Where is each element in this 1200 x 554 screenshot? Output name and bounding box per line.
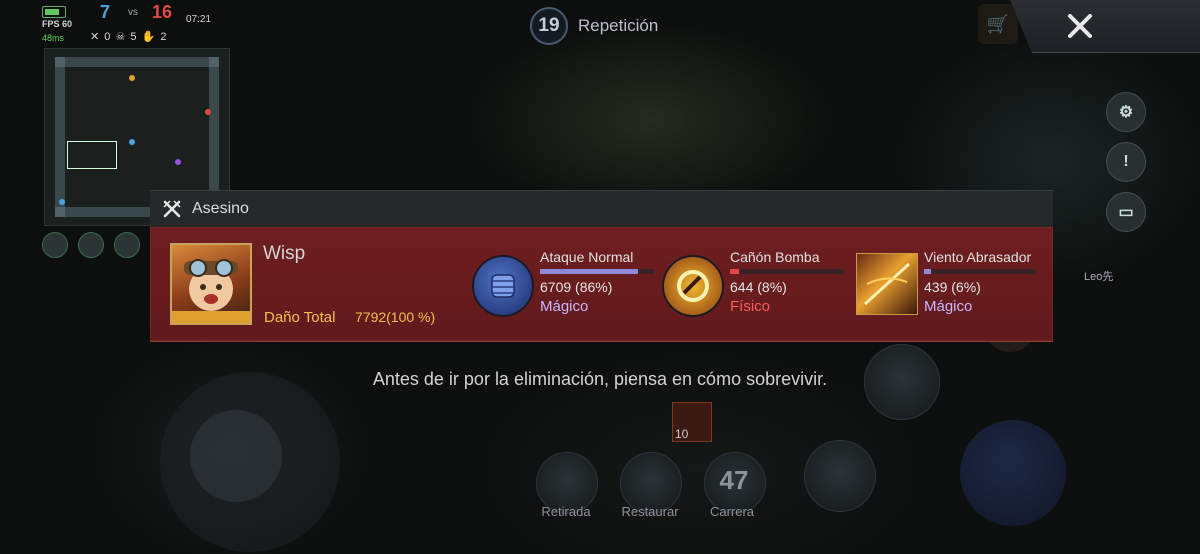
hero-portrait bbox=[170, 243, 252, 325]
assist-icon: ✋ bbox=[141, 31, 157, 43]
item-slot[interactable]: 10 bbox=[672, 402, 712, 442]
player-tag: Leo先 bbox=[1084, 271, 1114, 283]
damage-type: Físico bbox=[730, 298, 771, 315]
fps-counter: FPS 60 bbox=[42, 19, 73, 29]
damage-type: Mágico bbox=[924, 298, 973, 315]
minimap-marker bbox=[205, 109, 211, 115]
skull-icon: ☠ bbox=[115, 31, 127, 43]
kills-count: 0 bbox=[104, 31, 112, 43]
minimap-marker bbox=[175, 159, 181, 165]
damage-report-panel: Asesino Wisp Daño Total 7792(100 %) Ataq… bbox=[150, 190, 1053, 342]
minimap-marker bbox=[129, 139, 135, 145]
settings-icon[interactable]: ⚙ bbox=[1106, 92, 1146, 132]
basic-attack-button[interactable] bbox=[960, 420, 1066, 526]
close-icon bbox=[1068, 14, 1092, 38]
hero-name: Wisp bbox=[263, 243, 306, 264]
blue-team-kills: 7 bbox=[100, 2, 111, 22]
minimap-lane bbox=[55, 57, 219, 67]
item-count: 10 bbox=[675, 427, 689, 441]
sprint-cooldown: 47 bbox=[719, 465, 749, 495]
total-damage-label: Daño Total bbox=[264, 309, 336, 326]
shop-cart-icon[interactable]: 🛒 bbox=[978, 4, 1018, 44]
close-tab bbox=[1010, 0, 1200, 53]
skill-damage: 644 (8%) bbox=[730, 279, 787, 295]
damage-share-bar bbox=[540, 269, 654, 274]
damage-share-fill bbox=[540, 269, 639, 274]
total-damage-value: 7792(100 %) bbox=[355, 309, 436, 325]
swords-icon: ✕ bbox=[90, 31, 101, 43]
assassin-role-icon bbox=[163, 200, 181, 218]
damage-share-fill bbox=[730, 269, 740, 274]
panel-body: Wisp Daño Total 7792(100 %) Ataque Norma… bbox=[150, 227, 1053, 342]
minimap-camera-frame[interactable] bbox=[67, 141, 117, 169]
ally-portrait bbox=[114, 232, 140, 258]
replay-label: Repetición bbox=[578, 16, 659, 35]
skill-entry-cannon-bomb: Cañón Bomba 644 (8%) Físico bbox=[662, 249, 852, 329]
restore-label: Restaurar bbox=[621, 504, 679, 519]
vs-label: vs bbox=[128, 7, 138, 18]
hero-face-icon bbox=[172, 259, 250, 323]
red-team-kills: 16 bbox=[152, 2, 173, 22]
minimap-lane bbox=[55, 57, 65, 217]
deaths-count: 5 bbox=[130, 31, 138, 43]
retreat-label: Retirada bbox=[541, 504, 591, 519]
skill-name: Viento Abrasador bbox=[924, 249, 1032, 265]
ally-portrait bbox=[42, 232, 68, 258]
role-label: Asesino bbox=[192, 200, 249, 217]
tip-message: Antes de ir por la eliminación, piensa e… bbox=[372, 369, 828, 389]
ping-indicator: 48ms bbox=[42, 33, 65, 43]
skill-damage: 439 (6%) bbox=[924, 279, 981, 295]
damage-share-bar bbox=[730, 269, 844, 274]
skill-entry-scorching-wind: Viento Abrasador 439 (6%) Mágico bbox=[856, 249, 1052, 329]
skill-damage: 6709 (86%) bbox=[540, 279, 613, 295]
chat-icon[interactable]: ▭ bbox=[1106, 192, 1146, 232]
skill-name: Ataque Normal bbox=[540, 249, 634, 265]
panel-header: Asesino bbox=[150, 190, 1053, 227]
joystick-knob[interactable] bbox=[190, 410, 282, 502]
replay-indicator: 19 Repetición bbox=[530, 6, 658, 46]
cannon-bomb-icon bbox=[662, 255, 724, 317]
scorching-wind-icon bbox=[856, 253, 918, 315]
minimap-marker bbox=[129, 75, 135, 81]
assists-count: 2 bbox=[160, 31, 168, 43]
alert-icon[interactable]: ! bbox=[1106, 142, 1146, 182]
skill-name: Cañón Bomba bbox=[730, 249, 820, 265]
battery-icon bbox=[42, 6, 66, 18]
skill-entry-basic-attack: Ataque Normal 6709 (86%) Mágico bbox=[472, 249, 662, 329]
match-hud: FPS 60 48ms 7 vs 16 07:21 ✕ 0 ☠ 5 ✋ 2 bbox=[34, 2, 234, 46]
ally-portrait bbox=[78, 232, 104, 258]
skill-button[interactable] bbox=[804, 440, 876, 512]
sprint-label: Carrera bbox=[709, 504, 755, 519]
fist-icon bbox=[472, 255, 534, 317]
kda-stats: ✕ 0 ☠ 5 ✋ 2 bbox=[90, 30, 167, 43]
replay-count: 19 bbox=[530, 7, 568, 45]
damage-type: Mágico bbox=[540, 298, 589, 315]
minimap-marker bbox=[59, 199, 65, 205]
match-timer: 07:21 bbox=[186, 14, 212, 25]
damage-share-fill bbox=[924, 269, 931, 274]
damage-share-bar bbox=[924, 269, 1036, 274]
close-button[interactable] bbox=[1060, 6, 1100, 46]
